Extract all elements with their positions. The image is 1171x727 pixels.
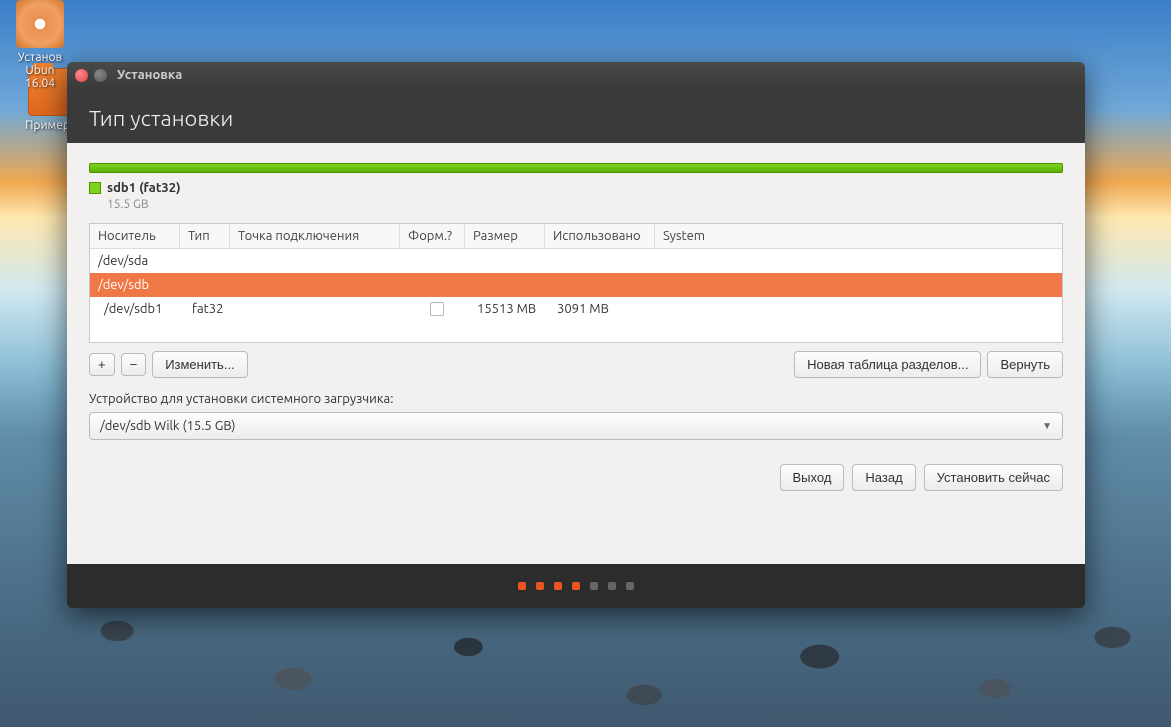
cell-mount xyxy=(234,300,404,321)
cell-used: 3091 MB xyxy=(549,300,659,321)
step-dot[interactable] xyxy=(572,582,580,590)
step-dot[interactable] xyxy=(536,582,544,590)
cell-format xyxy=(400,276,465,294)
progress-dots xyxy=(67,564,1085,608)
partition-color-swatch xyxy=(89,182,101,194)
table-header: Носитель Тип Точка подключения Форм.? Ра… xyxy=(90,224,1062,249)
revert-button[interactable]: Вернуть xyxy=(987,351,1063,378)
partition-name: sdb1 (fat32) xyxy=(107,181,181,195)
partition-size: 15.5 GB xyxy=(107,198,1063,211)
partition-table[interactable]: Носитель Тип Точка подключения Форм.? Ра… xyxy=(89,223,1063,343)
cd-icon xyxy=(16,0,64,48)
step-dot[interactable] xyxy=(518,582,526,590)
close-icon[interactable] xyxy=(75,69,88,82)
col-format[interactable]: Форм.? xyxy=(400,224,465,248)
chevron-down-icon: ▼ xyxy=(1042,420,1052,432)
window-title: Установка xyxy=(117,68,182,82)
partition-toolbar: + − Изменить... Новая таблица разделов..… xyxy=(89,351,1063,378)
col-size[interactable]: Размер xyxy=(465,224,545,248)
step-dot[interactable] xyxy=(590,582,598,590)
cell-type xyxy=(180,252,230,270)
cell-mount xyxy=(230,276,400,294)
cell-used xyxy=(545,276,655,294)
cell-format xyxy=(404,300,469,321)
minimize-icon[interactable] xyxy=(94,69,107,82)
installer-window: Установка Тип установки sdb1 (fat32) 15.… xyxy=(67,62,1085,608)
bootloader-device-dropdown[interactable]: /dev/sdb Wilk (15.5 GB) ▼ xyxy=(89,412,1063,440)
titlebar[interactable]: Установка xyxy=(67,62,1085,88)
remove-partition-button[interactable]: − xyxy=(121,353,147,376)
col-system[interactable]: System xyxy=(655,224,1062,248)
content-area: sdb1 (fat32) 15.5 GB Носитель Тип Точка … xyxy=(67,143,1085,564)
install-now-button[interactable]: Установить сейчас xyxy=(924,464,1063,491)
bootloader-label: Устройство для установки системного загр… xyxy=(89,392,1063,406)
quit-button[interactable]: Выход xyxy=(780,464,845,491)
table-row[interactable]: /dev/sdb1fat32 15513 MB3091 MB xyxy=(90,297,1062,324)
cell-format xyxy=(400,252,465,270)
cell-mount xyxy=(230,252,400,270)
checkbox-icon[interactable] xyxy=(430,302,444,316)
cell-used xyxy=(545,252,655,270)
page-title: Тип установки xyxy=(89,106,1063,131)
table-row[interactable]: /dev/sdb xyxy=(90,273,1062,297)
cell-size xyxy=(465,252,545,270)
disk-usage-bar[interactable] xyxy=(89,163,1063,173)
cell-device: /dev/sdb1 xyxy=(90,300,184,321)
footer-buttons: Выход Назад Установить сейчас xyxy=(89,440,1063,505)
dropdown-value: /dev/sdb Wilk (15.5 GB) xyxy=(100,419,236,433)
change-partition-button[interactable]: Изменить... xyxy=(152,351,247,378)
col-device[interactable]: Носитель xyxy=(90,224,180,248)
add-partition-button[interactable]: + xyxy=(89,353,115,376)
back-button[interactable]: Назад xyxy=(852,464,915,491)
cell-size: 15513 MB xyxy=(469,300,549,321)
col-mount[interactable]: Точка подключения xyxy=(230,224,400,248)
cell-type xyxy=(180,276,230,294)
new-partition-table-button[interactable]: Новая таблица разделов... xyxy=(794,351,981,378)
table-row[interactable]: /dev/sda xyxy=(90,249,1062,273)
cell-size xyxy=(465,276,545,294)
cell-device: /dev/sda xyxy=(90,252,180,270)
step-dot[interactable] xyxy=(626,582,634,590)
cell-device: /dev/sdb xyxy=(90,276,180,294)
step-dot[interactable] xyxy=(608,582,616,590)
step-dot[interactable] xyxy=(554,582,562,590)
header-area: Тип установки xyxy=(67,88,1085,143)
cell-type: fat32 xyxy=(184,300,234,321)
col-used[interactable]: Использовано xyxy=(545,224,655,248)
col-type[interactable]: Тип xyxy=(180,224,230,248)
